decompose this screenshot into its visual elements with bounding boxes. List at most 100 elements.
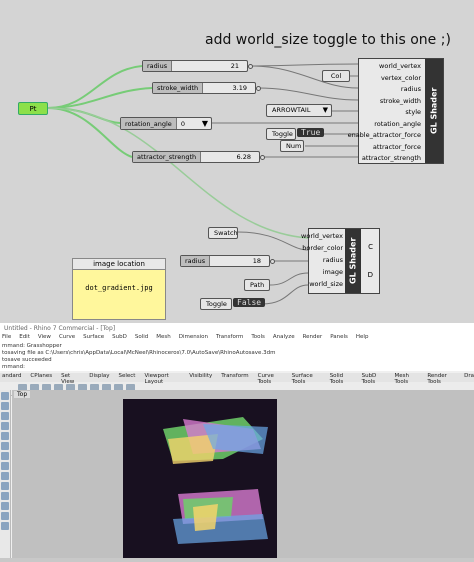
slider-label: stroke_width bbox=[153, 83, 204, 93]
command-line: mmand: Grasshopper bbox=[2, 343, 62, 349]
command-line: tosave succeeded bbox=[2, 357, 52, 363]
value-list-label: ARROWTAIL bbox=[272, 106, 311, 114]
grasshopper-canvas[interactable]: add world_size toggle to this one ;) Pt … bbox=[0, 0, 474, 323]
toggle-label[interactable]: Toggle bbox=[266, 128, 296, 140]
shader-input-style[interactable]: style bbox=[405, 108, 421, 116]
shader-title: GL Shader bbox=[425, 59, 443, 163]
tool-icon[interactable] bbox=[1, 472, 9, 480]
tool-icon[interactable] bbox=[1, 512, 9, 520]
menu-item-panels[interactable]: Panels bbox=[330, 334, 348, 343]
toggle-label-2[interactable]: Toggle bbox=[200, 298, 232, 310]
slider-value: 18 bbox=[252, 257, 261, 265]
toolbar-tab[interactable]: Visibility bbox=[189, 373, 212, 382]
toolbar-tab[interactable]: andard bbox=[2, 373, 21, 382]
toolbar-tab[interactable]: Viewport Layout bbox=[144, 373, 180, 385]
shader-input-rotation-angle[interactable]: rotation_angle bbox=[374, 120, 421, 128]
menu-item-analyze[interactable]: Analyze bbox=[273, 334, 295, 343]
toolbar-tab[interactable]: Mesh Tools bbox=[395, 373, 419, 385]
slider-label: attractor_strength bbox=[133, 152, 202, 162]
tool-icon[interactable] bbox=[1, 492, 9, 500]
menu-item-dimension[interactable]: Dimension bbox=[179, 334, 208, 343]
shader-input-radius[interactable]: radius bbox=[401, 85, 421, 93]
color-param[interactable]: Col bbox=[322, 70, 350, 82]
slider-value: 0 bbox=[180, 119, 185, 128]
radius-slider[interactable]: radius 21 bbox=[142, 60, 253, 72]
menu-item-help[interactable]: Help bbox=[356, 334, 369, 343]
tool-icon[interactable] bbox=[1, 402, 9, 410]
toggle-value-2[interactable]: False bbox=[233, 298, 266, 307]
tool-icon[interactable] bbox=[1, 412, 9, 420]
tool-icon[interactable] bbox=[1, 392, 9, 400]
slider-output-grip[interactable] bbox=[248, 64, 253, 69]
style-value-list[interactable]: ARROWTAIL ▼ bbox=[266, 104, 332, 117]
top-viewport[interactable]: Top bbox=[12, 390, 474, 558]
viewport-tab[interactable]: Top bbox=[14, 391, 31, 398]
menu-item-transform[interactable]: Transform bbox=[216, 334, 243, 343]
shader-input-world-vertex[interactable]: world_vertex bbox=[301, 232, 343, 240]
shader-input-radius[interactable]: radius bbox=[323, 256, 343, 264]
toolbar-tab[interactable]: SubD Tools bbox=[362, 373, 386, 385]
radius-slider-2[interactable]: radius 18 bbox=[180, 255, 275, 267]
shader-input-world-vertex[interactable]: world_vertex bbox=[379, 62, 421, 70]
toolbar-tab[interactable]: CPlanes bbox=[30, 373, 52, 382]
shader-input-border-color[interactable]: border_color bbox=[302, 244, 343, 252]
left-toolbar bbox=[0, 390, 11, 558]
attractor-strength-slider[interactable]: attractor_strength 6.28 bbox=[132, 151, 265, 163]
menu-item-curve[interactable]: Curve bbox=[59, 334, 75, 343]
shader-input-stroke-width[interactable]: stroke_width bbox=[380, 97, 421, 105]
rotation-angle-slider[interactable]: rotation_angle 0 ▼ bbox=[120, 117, 212, 130]
gl-shader-component-2[interactable]: world_vertex border_colorradius image world… bbox=[301, 228, 380, 294]
shader-input-attractor-strength[interactable]: attractor_strength bbox=[362, 154, 421, 162]
dropdown-arrow-icon[interactable]: ▼ bbox=[323, 106, 328, 114]
menu-item-file[interactable]: File bbox=[2, 334, 11, 343]
slider-output-grip[interactable] bbox=[270, 259, 275, 264]
panel-content: dot_gradient.jpg bbox=[85, 284, 153, 292]
path-param[interactable]: Path bbox=[244, 279, 270, 291]
menu-item-render[interactable]: Render bbox=[303, 334, 323, 343]
toolbar-tab[interactable]: Surface Tools bbox=[292, 373, 321, 385]
number-param[interactable]: Num bbox=[280, 140, 304, 152]
tool-icon[interactable] bbox=[1, 462, 9, 470]
toolbar-tab[interactable]: Select bbox=[118, 373, 135, 382]
output-d[interactable]: D bbox=[368, 271, 373, 279]
menu-item-solid[interactable]: Solid bbox=[135, 334, 148, 343]
tool-icon[interactable] bbox=[1, 442, 9, 450]
tool-icon[interactable] bbox=[1, 422, 9, 430]
toolbar-tab[interactable]: Dra bbox=[464, 373, 474, 382]
stroke-width-slider[interactable]: stroke_width 3.19 bbox=[152, 82, 261, 94]
tool-icon[interactable] bbox=[1, 432, 9, 440]
slider-label: rotation_angle bbox=[121, 118, 177, 129]
slider-output-grip[interactable] bbox=[260, 155, 265, 160]
shader-input-enable-attractor-force[interactable]: enable_attractor_force bbox=[348, 131, 421, 139]
toolbar-tab[interactable]: Solid Tools bbox=[330, 373, 353, 385]
menu-item-surface[interactable]: Surface bbox=[83, 334, 104, 343]
menu-item-edit[interactable]: Edit bbox=[19, 334, 30, 343]
shader-input-image[interactable]: image bbox=[323, 268, 343, 276]
toolbar-tab[interactable]: Set View bbox=[61, 373, 80, 385]
slider-output-grip[interactable] bbox=[256, 86, 261, 91]
swatch-param[interactable]: Swatch bbox=[208, 227, 238, 239]
menu-item-tools[interactable]: Tools bbox=[251, 334, 265, 343]
tool-icon[interactable] bbox=[1, 522, 9, 530]
menu-item-view[interactable]: View bbox=[38, 334, 51, 343]
menu-item-mesh[interactable]: Mesh bbox=[156, 334, 170, 343]
output-c[interactable]: C bbox=[368, 243, 373, 251]
shader-input-vertex-color[interactable]: vertex_color bbox=[381, 74, 421, 82]
toolbar-tab[interactable]: Render Tools bbox=[427, 373, 455, 385]
image-location-panel[interactable]: image location dot_gradient.jpg bbox=[72, 258, 166, 320]
tool-icon[interactable] bbox=[1, 452, 9, 460]
gl-shader-component[interactable]: world_vertex vertex_colorradius stroke_wid… bbox=[348, 58, 444, 164]
toolbar-tab[interactable]: Curve Tools bbox=[258, 373, 283, 385]
menu-item-subd[interactable]: SubD bbox=[112, 334, 127, 343]
toolbar-tab[interactable]: Transform bbox=[221, 373, 248, 382]
tool-icon[interactable] bbox=[1, 502, 9, 510]
shader-input-world-size[interactable]: world_size bbox=[309, 280, 343, 288]
panel-title: image location bbox=[73, 259, 165, 270]
point-param[interactable]: Pt bbox=[18, 102, 48, 115]
toggle-value[interactable]: True bbox=[297, 128, 325, 137]
shader-input-attractor-force[interactable]: attractor_force bbox=[373, 143, 421, 151]
dropdown-arrow-icon[interactable]: ▼ bbox=[202, 119, 208, 128]
slider-value: 3.19 bbox=[232, 84, 247, 92]
tool-icon[interactable] bbox=[1, 482, 9, 490]
toolbar-tab[interactable]: Display bbox=[89, 373, 109, 382]
